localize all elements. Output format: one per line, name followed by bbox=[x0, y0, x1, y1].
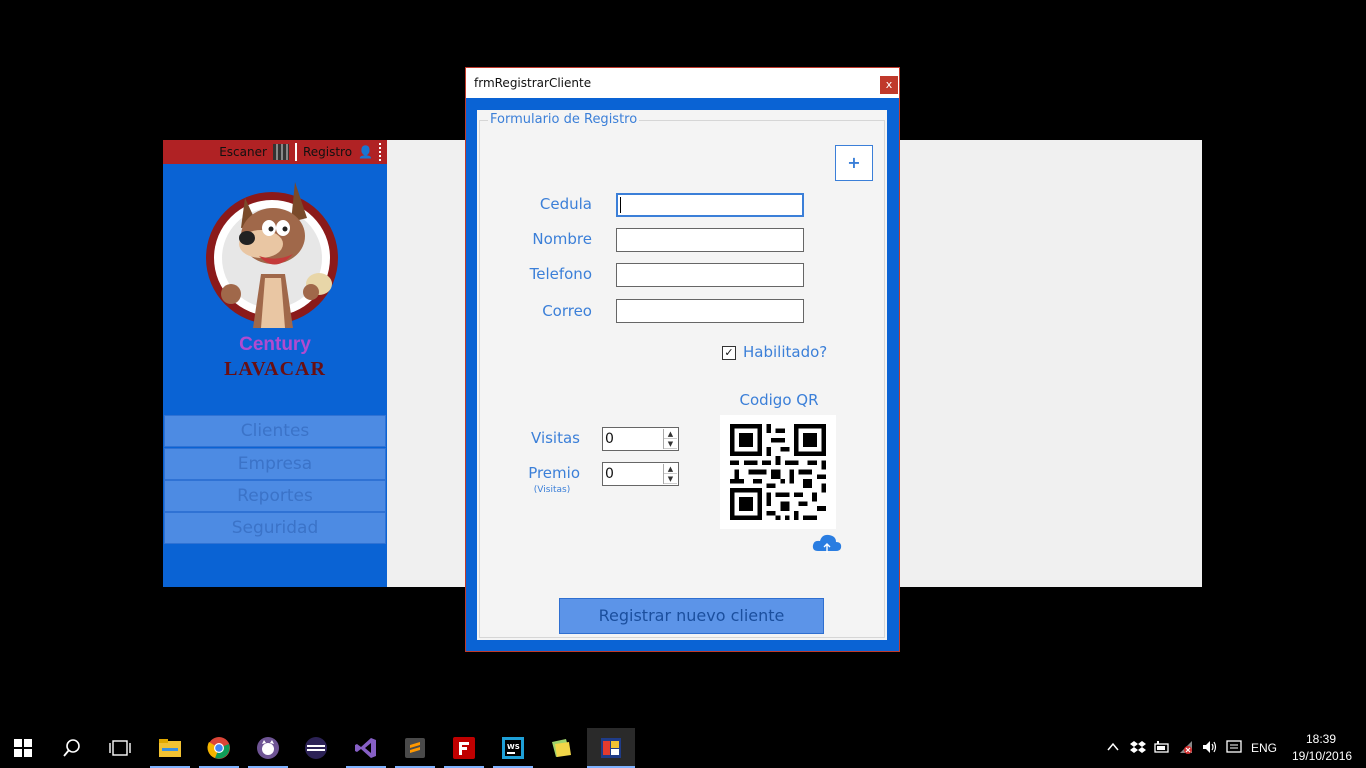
visitas-value: 0 bbox=[605, 431, 614, 447]
habilitado-label[interactable]: Habilitado? bbox=[743, 343, 827, 361]
add-user-icon[interactable]: 👤 bbox=[358, 145, 373, 159]
photos-icon[interactable] bbox=[550, 736, 574, 760]
visitas-label: Visitas bbox=[531, 429, 580, 447]
sidebar-item-clientes[interactable]: Clientes bbox=[164, 415, 386, 447]
decrement-icon[interactable]: ▼ bbox=[664, 474, 677, 484]
register-link[interactable]: Registro bbox=[303, 145, 352, 159]
clock-date[interactable]: 19/10/2016 bbox=[1292, 749, 1352, 763]
decrement-icon[interactable]: ▼ bbox=[664, 439, 677, 449]
wolf-mascot-logo bbox=[206, 182, 338, 328]
qr-code-image bbox=[720, 415, 836, 529]
dialog-body: Formulario de Registro + Cedula Nombre T… bbox=[477, 110, 887, 640]
battery-icon[interactable] bbox=[1154, 740, 1170, 754]
search-icon[interactable] bbox=[62, 738, 82, 758]
cedula-label: Cedula bbox=[539, 195, 592, 213]
action-center-icon[interactable] bbox=[1226, 739, 1242, 755]
logo-text-century: Century bbox=[239, 334, 311, 355]
premio-label: Premio bbox=[528, 464, 580, 482]
premio-sublabel: (Visitas) bbox=[533, 485, 571, 495]
correo-input[interactable] bbox=[616, 299, 804, 323]
qr-scan-icon[interactable] bbox=[272, 144, 289, 160]
chevron-up-icon[interactable] bbox=[1107, 742, 1119, 752]
taskbar: WS ENG 18:39 19/10/2016 bbox=[0, 728, 1366, 768]
sidebar-item-reportes[interactable]: Reportes bbox=[164, 480, 386, 512]
close-button[interactable]: x bbox=[880, 76, 898, 94]
cedula-input[interactable] bbox=[616, 193, 804, 217]
increment-icon[interactable]: ▲ bbox=[664, 429, 677, 439]
visual-studio-icon[interactable] bbox=[354, 736, 378, 760]
qr-code-label: Codigo QR bbox=[739, 391, 819, 409]
correo-label: Correo bbox=[542, 302, 592, 320]
volume-icon[interactable] bbox=[1201, 739, 1217, 755]
file-explorer-icon[interactable] bbox=[158, 736, 182, 760]
text-caret bbox=[620, 197, 621, 213]
nombre-label: Nombre bbox=[532, 230, 592, 248]
running-app-icon[interactable] bbox=[599, 736, 623, 760]
more-icon[interactable] bbox=[379, 143, 383, 161]
language-indicator[interactable]: ENG bbox=[1251, 741, 1277, 755]
scan-link[interactable]: Escaner bbox=[219, 145, 267, 159]
telefono-label: Telefono bbox=[529, 265, 592, 283]
clock-time[interactable]: 18:39 bbox=[1306, 732, 1336, 746]
telefono-input[interactable] bbox=[616, 263, 804, 287]
desktop: Escaner Registro 👤 Century LAVACAR Clien… bbox=[0, 0, 1366, 768]
group-title: Formulario de Registro bbox=[488, 112, 640, 127]
register-client-button[interactable]: Registrar nuevo cliente bbox=[559, 598, 824, 634]
topbar-divider bbox=[294, 143, 297, 161]
svg-text:WS: WS bbox=[507, 743, 520, 751]
task-view-icon[interactable] bbox=[109, 739, 131, 757]
sublime-icon[interactable] bbox=[403, 736, 427, 760]
network-error-icon[interactable] bbox=[1178, 739, 1194, 755]
visitas-stepper[interactable]: 0 ▲ ▼ bbox=[602, 427, 679, 451]
app-sidebar: Escaner Registro 👤 Century LAVACAR Clien… bbox=[163, 140, 387, 587]
logo-text-lavacar: LAVACAR bbox=[224, 358, 326, 380]
premio-stepper[interactable]: 0 ▲ ▼ bbox=[602, 462, 679, 486]
premio-value: 0 bbox=[605, 466, 614, 482]
habilitado-checkbox[interactable]: ✓ bbox=[722, 346, 736, 360]
premio-arrows[interactable]: ▲ ▼ bbox=[663, 464, 677, 484]
dialog-title: frmRegistrarCliente bbox=[474, 76, 592, 90]
start-icon[interactable] bbox=[14, 739, 32, 757]
increment-icon[interactable]: ▲ bbox=[664, 464, 677, 474]
visitas-arrows[interactable]: ▲ ▼ bbox=[663, 429, 677, 449]
app-topbar: Escaner Registro 👤 bbox=[163, 140, 387, 164]
dialog-titlebar[interactable]: frmRegistrarCliente x bbox=[466, 68, 899, 98]
chrome-icon[interactable] bbox=[207, 736, 231, 760]
registration-form-group: Formulario de Registro + Cedula Nombre T… bbox=[479, 112, 885, 638]
add-button[interactable]: + bbox=[835, 145, 873, 181]
register-client-dialog: frmRegistrarCliente x Formulario de Regi… bbox=[465, 67, 900, 652]
sidebar-item-seguridad[interactable]: Seguridad bbox=[164, 512, 386, 544]
filezilla-icon[interactable] bbox=[452, 736, 476, 760]
eclipse-icon[interactable] bbox=[304, 736, 328, 760]
cloud-upload-icon[interactable] bbox=[812, 532, 842, 554]
github-icon[interactable] bbox=[256, 736, 280, 760]
dropbox-icon[interactable] bbox=[1130, 740, 1146, 754]
nombre-input[interactable] bbox=[616, 228, 804, 252]
webstorm-icon[interactable]: WS bbox=[501, 736, 525, 760]
sidebar-item-empresa[interactable]: Empresa bbox=[164, 448, 386, 480]
